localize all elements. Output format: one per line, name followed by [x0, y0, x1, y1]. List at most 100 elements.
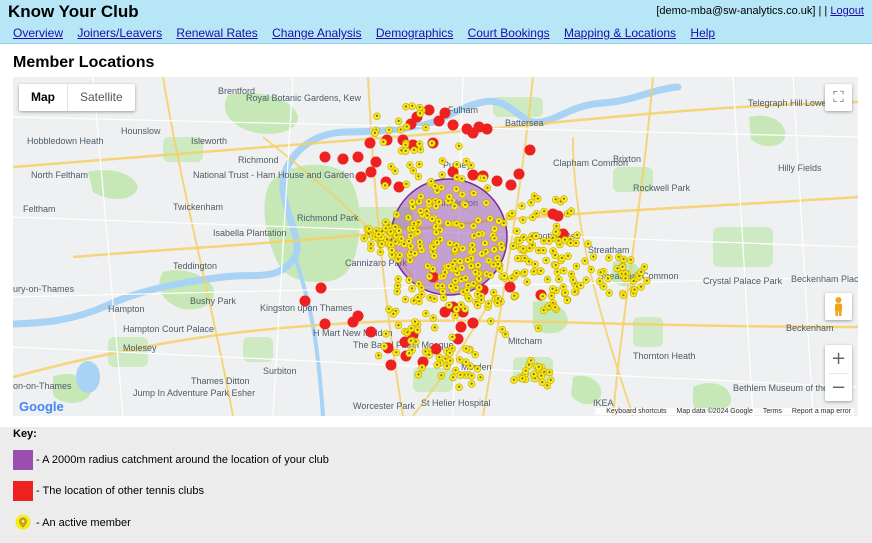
member-marker[interactable]	[468, 380, 476, 388]
member-marker[interactable]	[465, 294, 473, 303]
member-marker[interactable]	[458, 264, 466, 272]
member-marker[interactable]	[519, 245, 527, 253]
member-marker[interactable]	[430, 252, 438, 260]
member-marker[interactable]	[493, 254, 502, 262]
member-marker[interactable]	[476, 373, 485, 382]
tennis-club-marker[interactable]	[504, 281, 516, 293]
member-marker[interactable]	[461, 201, 469, 209]
member-marker[interactable]	[474, 216, 482, 225]
member-marker[interactable]	[397, 235, 406, 243]
member-marker[interactable]	[394, 275, 402, 283]
member-marker[interactable]	[529, 213, 537, 222]
member-marker[interactable]	[422, 309, 430, 318]
member-marker[interactable]	[487, 317, 495, 326]
member-marker[interactable]	[428, 139, 436, 148]
member-marker[interactable]	[410, 146, 418, 154]
member-marker[interactable]	[401, 295, 410, 304]
member-marker[interactable]	[408, 284, 416, 293]
member-marker[interactable]	[527, 199, 535, 207]
member-marker[interactable]	[514, 254, 522, 263]
member-marker[interactable]	[534, 324, 543, 333]
member-marker[interactable]	[582, 276, 590, 284]
member-marker[interactable]	[493, 299, 502, 308]
member-marker[interactable]	[435, 218, 443, 226]
member-marker[interactable]	[371, 129, 379, 137]
member-marker[interactable]	[458, 175, 466, 183]
member-marker[interactable]	[560, 195, 568, 203]
member-marker[interactable]	[480, 174, 488, 182]
tennis-club-marker[interactable]	[552, 210, 564, 222]
tennis-club-marker[interactable]	[355, 171, 367, 183]
member-marker[interactable]	[437, 183, 446, 192]
member-marker[interactable]	[467, 262, 475, 270]
member-marker[interactable]	[564, 252, 572, 260]
terms-link[interactable]: Terms	[763, 408, 782, 415]
tennis-club-marker[interactable]	[513, 168, 525, 180]
member-marker[interactable]	[455, 142, 463, 150]
member-marker[interactable]	[444, 219, 452, 228]
member-marker[interactable]	[446, 239, 454, 248]
member-marker[interactable]	[527, 357, 535, 365]
member-marker[interactable]	[429, 314, 437, 322]
member-marker[interactable]	[431, 182, 439, 191]
member-marker[interactable]	[461, 274, 470, 283]
member-marker[interactable]	[438, 171, 446, 179]
member-marker[interactable]	[405, 276, 413, 284]
map-type-map-button[interactable]: Map	[19, 84, 68, 111]
member-marker[interactable]	[401, 141, 410, 149]
member-marker[interactable]	[392, 211, 401, 219]
member-marker[interactable]	[445, 193, 453, 201]
member-marker[interactable]	[404, 213, 413, 222]
member-marker[interactable]	[385, 126, 393, 134]
logout-link[interactable]: Logout	[830, 5, 864, 17]
member-marker[interactable]	[581, 257, 589, 265]
member-marker[interactable]	[387, 228, 395, 236]
member-marker[interactable]	[486, 214, 494, 223]
member-marker[interactable]	[455, 383, 463, 391]
member-marker[interactable]	[452, 185, 461, 194]
member-marker[interactable]	[388, 246, 396, 255]
member-marker[interactable]	[393, 287, 401, 296]
tennis-club-marker[interactable]	[299, 295, 311, 307]
member-marker[interactable]	[525, 244, 534, 253]
member-marker[interactable]	[407, 337, 415, 345]
member-marker[interactable]	[471, 268, 480, 277]
member-marker[interactable]	[589, 253, 598, 261]
member-marker[interactable]	[489, 261, 498, 269]
tennis-club-marker[interactable]	[447, 119, 459, 131]
member-marker[interactable]	[444, 262, 453, 271]
member-marker[interactable]	[402, 180, 410, 188]
member-marker[interactable]	[537, 372, 545, 380]
member-marker[interactable]	[407, 324, 415, 333]
member-marker[interactable]	[531, 260, 539, 269]
member-marker[interactable]	[395, 227, 403, 235]
zoom-out-button[interactable]: −	[825, 374, 852, 402]
member-marker[interactable]	[456, 371, 465, 379]
tennis-club-marker[interactable]	[337, 153, 349, 165]
member-marker[interactable]	[387, 162, 395, 171]
member-marker[interactable]	[563, 296, 571, 305]
member-marker[interactable]	[439, 293, 448, 302]
tennis-club-marker[interactable]	[347, 316, 359, 328]
member-marker[interactable]	[545, 237, 553, 245]
member-marker[interactable]	[490, 245, 498, 254]
member-marker[interactable]	[381, 181, 389, 190]
member-marker[interactable]	[643, 277, 651, 285]
member-marker[interactable]	[463, 286, 471, 295]
nav-overview[interactable]: Overview	[13, 26, 63, 40]
member-marker[interactable]	[474, 301, 482, 310]
member-marker[interactable]	[484, 300, 493, 308]
member-marker[interactable]	[425, 272, 434, 281]
member-marker[interactable]	[552, 261, 560, 270]
member-map[interactable]: Brentford Royal Botanic Gardens, Kew Hobbl…	[13, 77, 858, 416]
member-marker[interactable]	[379, 138, 387, 146]
member-marker[interactable]	[523, 278, 531, 286]
member-marker[interactable]	[452, 219, 461, 228]
member-marker[interactable]	[555, 275, 563, 284]
member-marker[interactable]	[367, 244, 375, 253]
member-marker[interactable]	[360, 234, 368, 243]
member-marker[interactable]	[539, 246, 548, 255]
member-marker[interactable]	[416, 207, 425, 215]
member-marker[interactable]	[618, 263, 627, 271]
member-marker[interactable]	[418, 364, 426, 372]
